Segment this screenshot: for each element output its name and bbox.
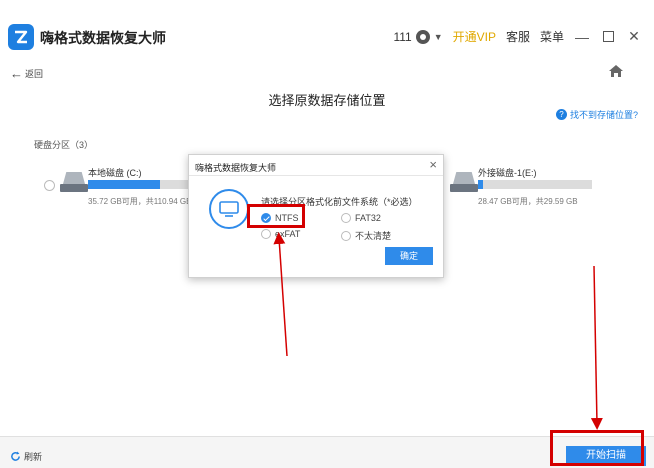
annotation-arrow-start <box>590 265 603 430</box>
annotation-arrows <box>273 232 603 430</box>
annotation-arrow-ntfs <box>273 232 288 357</box>
